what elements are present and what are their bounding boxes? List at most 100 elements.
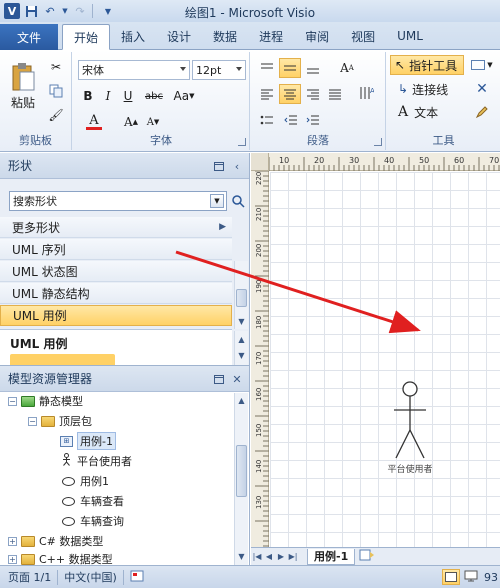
- search-shapes-input[interactable]: 搜索形状 ▼: [9, 191, 227, 211]
- search-icon[interactable]: [230, 191, 246, 211]
- insert-page-icon[interactable]: [359, 549, 375, 564]
- font-dialog-launcher[interactable]: [238, 138, 246, 146]
- ruler-label: 210: [255, 208, 263, 221]
- tab-data[interactable]: 数据: [202, 23, 248, 49]
- align-middle-button[interactable]: [279, 58, 301, 78]
- align-left-button[interactable]: [257, 84, 277, 104]
- tab-file[interactable]: 文件: [0, 24, 58, 50]
- bold-button[interactable]: B: [79, 87, 97, 105]
- undo-icon[interactable]: ↶: [42, 3, 58, 19]
- tree-item-vehicle-view[interactable]: 车辆查看: [62, 492, 124, 510]
- normal-view-icon[interactable]: [442, 569, 460, 585]
- stencil-content-scrollbar[interactable]: ▲ ▼: [234, 331, 248, 365]
- paragraph-dialog-launcher[interactable]: [374, 138, 382, 146]
- justify-button[interactable]: [325, 84, 345, 104]
- tab-insert[interactable]: 插入: [110, 23, 156, 49]
- font-color-button[interactable]: A: [79, 112, 109, 132]
- pointer-tool-button[interactable]: ↖ 指针工具: [390, 55, 464, 75]
- align-right-button[interactable]: [303, 84, 323, 104]
- copy-icon[interactable]: [46, 82, 66, 100]
- model-scroll-thumb[interactable]: [236, 445, 247, 497]
- language-indicator[interactable]: 中文(中国): [64, 569, 117, 585]
- scroll-down-icon[interactable]: ▼: [235, 349, 248, 362]
- zoom-level[interactable]: 93: [484, 571, 498, 584]
- tab-uml[interactable]: UML: [386, 23, 434, 49]
- minimize-pane-icon[interactable]: [212, 159, 226, 173]
- stencil-uml-use-case[interactable]: UML 用例: [0, 305, 232, 326]
- rectangle-tool-button[interactable]: ▼: [467, 55, 497, 75]
- tab-design[interactable]: 设计: [156, 23, 202, 49]
- redo-icon[interactable]: ↷: [72, 3, 88, 19]
- stencil-uml-sequence[interactable]: UML 序列: [0, 239, 232, 260]
- more-shapes-item[interactable]: 更多形状 ▶: [0, 217, 232, 238]
- stencil-uml-static-structure[interactable]: UML 静态结构: [0, 283, 232, 304]
- decrease-indent-button[interactable]: [281, 110, 301, 130]
- text-direction-icon[interactable]: A: [355, 82, 377, 104]
- tree-item-use-case-diagram[interactable]: ⊞ 用例-1: [60, 432, 116, 450]
- customize-quick-access-icon[interactable]: ▼: [100, 3, 116, 19]
- drawing-page[interactable]: 平台使用者: [270, 172, 500, 547]
- scroll-down-icon[interactable]: ▼: [235, 550, 248, 563]
- scroll-up-icon[interactable]: ▲: [235, 394, 248, 407]
- model-explorer-scrollbar[interactable]: ▲ ▼: [234, 393, 248, 565]
- tab-process[interactable]: 进程: [248, 23, 294, 49]
- horizontal-ruler[interactable]: 10 20 30 40 50 60 70: [268, 153, 500, 171]
- tree-item-vehicle-query[interactable]: 车辆查询: [62, 512, 124, 530]
- paste-button[interactable]: 粘贴: [6, 56, 40, 116]
- tree-item-use-case-1[interactable]: 用例1: [62, 472, 109, 490]
- tab-view[interactable]: 视图: [340, 23, 386, 49]
- tree-item-static-model[interactable]: − 静态模型: [8, 392, 83, 410]
- expand-icon[interactable]: +: [8, 536, 17, 546]
- change-case-button[interactable]: Aa ▼: [171, 87, 197, 105]
- cut-icon[interactable]: ✂: [46, 58, 66, 76]
- undo-dropdown-icon[interactable]: ▼: [61, 3, 69, 19]
- connector-tool-button[interactable]: ↳ 连接线: [390, 79, 464, 99]
- text-tool-button[interactable]: A 文本: [390, 102, 464, 122]
- prev-page-icon[interactable]: ◀: [263, 552, 275, 561]
- actor-shape[interactable]: [390, 380, 430, 462]
- font-size-select[interactable]: 12pt: [192, 60, 246, 80]
- close-pane-icon[interactable]: ✕: [230, 372, 244, 386]
- full-screen-view-icon[interactable]: [464, 570, 478, 585]
- vertical-ruler[interactable]: 220 210 200 190 180 170 160 150 140 130: [251, 170, 269, 547]
- close-x-icon[interactable]: ✕: [467, 79, 497, 99]
- minimize-pane-icon[interactable]: [212, 372, 226, 386]
- expand-icon[interactable]: +: [8, 554, 17, 564]
- page-indicator[interactable]: 页面 1/1: [8, 569, 51, 585]
- stencil-list-scrollbar[interactable]: ▼: [234, 261, 248, 329]
- last-page-icon[interactable]: ▶|: [287, 552, 299, 561]
- text-size-icon[interactable]: AA: [337, 58, 357, 78]
- page-tab-use-case-1[interactable]: 用例-1: [307, 548, 356, 565]
- scroll-down-icon[interactable]: ▼: [235, 315, 248, 328]
- tab-review[interactable]: 审阅: [294, 23, 340, 49]
- tree-item-top-package[interactable]: − 顶层包: [28, 412, 92, 430]
- collapse-icon[interactable]: −: [8, 396, 17, 406]
- tree-item-csharp-types[interactable]: + C# 数据类型: [8, 532, 103, 550]
- next-page-icon[interactable]: ▶: [275, 552, 287, 561]
- search-dropdown-icon[interactable]: ▼: [210, 194, 224, 208]
- format-painter-icon[interactable]: 🖌: [46, 106, 66, 124]
- save-icon[interactable]: [23, 3, 39, 19]
- align-center-button[interactable]: [279, 84, 301, 104]
- stencil-scroll-thumb[interactable]: [236, 289, 247, 307]
- first-page-icon[interactable]: |◀: [251, 552, 263, 561]
- macro-record-icon[interactable]: [130, 570, 144, 585]
- shrink-font-button[interactable]: A ▼: [143, 112, 163, 132]
- collapse-pane-icon[interactable]: ‹: [230, 159, 244, 173]
- visio-app-icon[interactable]: V: [4, 3, 20, 19]
- font-family-select[interactable]: 宋体: [78, 60, 190, 80]
- tree-item-actor[interactable]: 平台使用者: [60, 452, 132, 470]
- tab-home[interactable]: 开始: [62, 24, 111, 50]
- align-bottom-button[interactable]: [303, 58, 323, 78]
- collapse-icon[interactable]: −: [28, 416, 37, 426]
- pencil-tool-icon[interactable]: [467, 102, 497, 122]
- italic-button[interactable]: I: [99, 87, 117, 105]
- underline-button[interactable]: U: [119, 87, 137, 105]
- strikethrough-button[interactable]: abc: [141, 87, 167, 105]
- increase-indent-button[interactable]: [303, 110, 323, 130]
- stencil-uml-statechart[interactable]: UML 状态图: [0, 261, 232, 282]
- scroll-up-icon[interactable]: ▲: [235, 333, 248, 346]
- align-top-button[interactable]: [257, 58, 277, 78]
- bullets-button[interactable]: [257, 110, 277, 130]
- grow-font-button[interactable]: A ▲: [121, 112, 141, 132]
